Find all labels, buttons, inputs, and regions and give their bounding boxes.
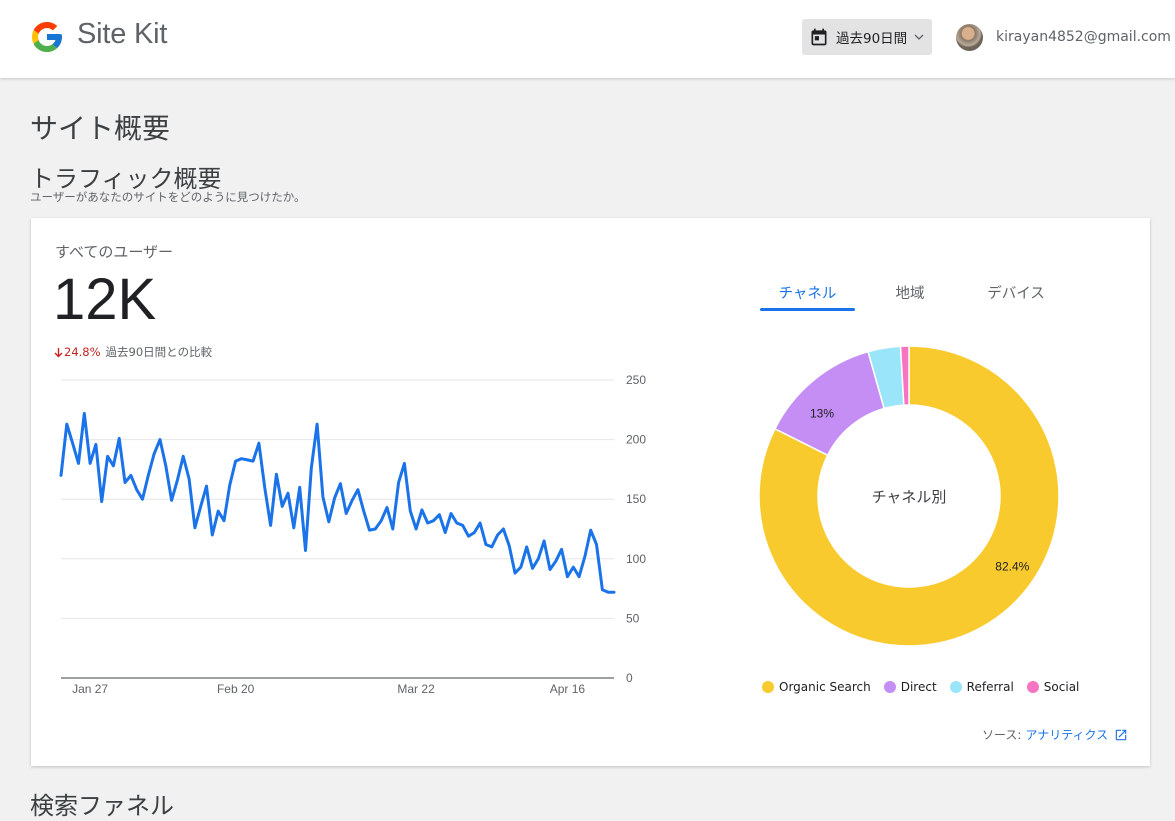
change-percent: 24.8% bbox=[64, 345, 101, 359]
legend-item-social[interactable]: Social bbox=[1026, 680, 1080, 694]
source-attribution: ソース: アナリティクス bbox=[982, 726, 1128, 743]
x-tick-label: Apr 16 bbox=[550, 682, 586, 696]
y-tick-label: 200 bbox=[626, 433, 646, 447]
channel-donut-chart: 82.4% 13% チャネル別 bbox=[758, 345, 1060, 647]
dimension-tabs: チャネル 地域 デバイス bbox=[759, 278, 1099, 312]
page-title: サイト概要 bbox=[30, 112, 171, 145]
users-line-chart: 0 50 100 150 200 250 Jan 27 Feb 20 Mar 22 Apr 16 bbox=[59, 373, 646, 696]
legend-label: Direct bbox=[900, 680, 937, 694]
legend-label: Organic Search bbox=[779, 680, 871, 694]
section-subtitle: ユーザーがあなたのサイトをどのように見つけたか。 bbox=[30, 190, 306, 204]
all-users-count: 12K bbox=[53, 267, 157, 332]
x-tick-label: Jan 27 bbox=[72, 682, 108, 696]
legend-item-referral[interactable]: Referral bbox=[949, 680, 1014, 694]
legend-dot bbox=[883, 681, 896, 693]
traffic-overview-card: すべてのユーザー 12K 24.8% 過去90日間との比較 0 50 100 150 2… bbox=[31, 218, 1150, 766]
x-tick-label: Mar 22 bbox=[397, 682, 435, 696]
tab-device[interactable]: デバイス bbox=[971, 282, 1061, 303]
avatar[interactable] bbox=[956, 24, 983, 51]
x-tick-label: Feb 20 bbox=[217, 682, 255, 696]
chart-legend: Organic Search Direct Referral Social bbox=[762, 680, 1092, 694]
account-email[interactable]: kirayan4852@gmail.com bbox=[996, 29, 1171, 45]
chevron-down-icon bbox=[914, 34, 924, 40]
users-series-line bbox=[59, 411, 616, 594]
legend-item-direct[interactable]: Direct bbox=[883, 680, 937, 694]
slice-value-label: 82.4% bbox=[995, 559, 1029, 573]
legend-dot bbox=[762, 681, 774, 693]
arrow-down-icon bbox=[54, 347, 63, 357]
y-tick-label: 100 bbox=[626, 552, 646, 566]
y-tick-label: 50 bbox=[626, 611, 640, 625]
analytics-link[interactable]: アナリティクス bbox=[1025, 726, 1108, 743]
change-comparison-label: 過去90日間との比較 bbox=[105, 345, 213, 359]
date-range-label: 過去90日間 bbox=[836, 31, 908, 47]
donut-center-title: チャネル別 bbox=[872, 488, 947, 506]
source-label: ソース: bbox=[982, 728, 1022, 742]
all-users-label: すべてのユーザー bbox=[55, 243, 174, 261]
date-range-selector[interactable]: 過去90日間 bbox=[802, 19, 932, 55]
brand-name: Site Kit bbox=[77, 18, 168, 50]
tab-channel[interactable]: チャネル bbox=[760, 282, 855, 303]
change-row: 24.8% 過去90日間との比較 bbox=[54, 344, 212, 360]
legend-item-organic-search[interactable]: Organic Search bbox=[762, 680, 871, 694]
y-tick-label: 150 bbox=[626, 492, 646, 506]
legend-dot bbox=[949, 681, 962, 693]
external-link-icon[interactable] bbox=[1114, 728, 1128, 742]
calendar-icon bbox=[811, 28, 827, 46]
y-tick-label: 250 bbox=[626, 373, 646, 387]
google-logo-icon bbox=[32, 22, 62, 52]
top-header: Site Kit 過去90日間 kirayan4852@gmail.com bbox=[0, 0, 1175, 78]
slice-value-label: 13% bbox=[810, 406, 834, 420]
y-tick-label: 0 bbox=[626, 671, 633, 685]
tab-active-indicator bbox=[760, 308, 855, 311]
legend-dot bbox=[1026, 681, 1039, 693]
legend-label: Social bbox=[1043, 680, 1080, 694]
legend-label: Referral bbox=[966, 680, 1014, 694]
tab-region[interactable]: 地域 bbox=[877, 282, 943, 303]
